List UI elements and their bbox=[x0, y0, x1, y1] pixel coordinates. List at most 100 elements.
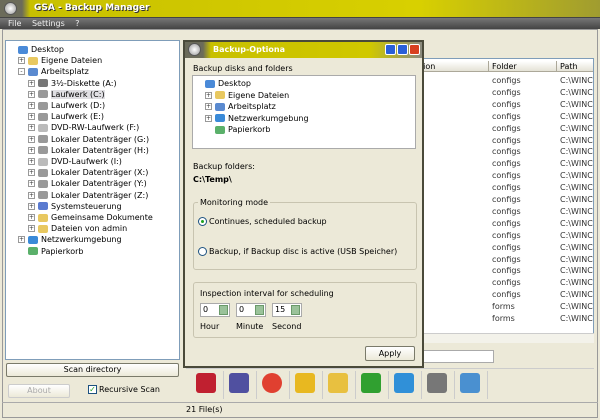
maximize-button[interactable] bbox=[397, 44, 408, 55]
backup-folder-value: C:\Temp\ bbox=[193, 175, 232, 184]
expand-icon[interactable]: + bbox=[205, 103, 212, 110]
tree-item[interactable]: + Dateien von admin bbox=[28, 223, 127, 234]
menu-file[interactable]: File bbox=[8, 19, 21, 28]
hour-spinner[interactable]: 0 bbox=[200, 303, 230, 317]
minute-spinner[interactable]: 0 bbox=[236, 303, 266, 317]
tree-item[interactable]: +3½-Diskette (A:) bbox=[28, 78, 117, 89]
path-cell: C:\WINC bbox=[560, 147, 593, 157]
folder-cell: configs bbox=[492, 183, 521, 193]
folder-cell: configs bbox=[492, 111, 521, 121]
tree-item[interactable]: - Arbeitsplatz bbox=[18, 66, 89, 77]
tree-item[interactable]: Papierkorb bbox=[18, 246, 84, 257]
menu-help[interactable]: ? bbox=[75, 19, 79, 28]
tree-item[interactable]: Desktop bbox=[195, 78, 251, 89]
tree-item[interactable]: + Lokaler Datenträger (Y:) bbox=[28, 178, 147, 189]
expand-icon[interactable]: + bbox=[28, 90, 35, 98]
compare-button[interactable] bbox=[229, 373, 249, 393]
path-cell: C:\WINC bbox=[560, 135, 593, 145]
expand-icon[interactable]: + bbox=[28, 202, 35, 210]
tree-item-label: Gemeinsame Dokumente bbox=[51, 213, 153, 222]
radio-usb[interactable]: Backup, if Backup disc is active (USB Sp… bbox=[198, 247, 397, 256]
radio-icon bbox=[198, 217, 207, 226]
minimize-button[interactable] bbox=[385, 44, 396, 55]
tree-item[interactable]: + Netzwerkumgebung bbox=[205, 113, 309, 124]
radio-icon bbox=[198, 247, 207, 256]
path-cell: C:\WINC bbox=[560, 159, 593, 169]
column-header-description[interactable]: tion bbox=[417, 61, 489, 72]
download-button[interactable] bbox=[361, 373, 381, 393]
expand-icon[interactable]: + bbox=[28, 225, 35, 233]
expand-icon[interactable]: + bbox=[28, 191, 35, 199]
restore-button[interactable] bbox=[295, 373, 315, 393]
expand-icon[interactable]: + bbox=[205, 91, 212, 99]
tree-item[interactable]: + Laufwerk (E:) bbox=[28, 111, 104, 122]
tree-item-label: Papierkorb bbox=[228, 125, 271, 134]
folder-icon bbox=[28, 56, 38, 65]
cancel-button[interactable] bbox=[262, 373, 282, 393]
expand-icon[interactable]: + bbox=[18, 57, 25, 65]
upload-button[interactable] bbox=[394, 373, 414, 393]
tree-item[interactable]: Papierkorb bbox=[205, 124, 271, 135]
delete-selection-button[interactable] bbox=[196, 373, 216, 393]
backup-disks-tree[interactable]: Desktop + Eigene Dateien + Arbeitsplatz + Netz… bbox=[192, 75, 416, 149]
tree-item[interactable]: + DVD-RW-Laufwerk (F:) bbox=[28, 122, 139, 133]
column-header-path[interactable]: Path bbox=[557, 61, 593, 72]
spin-arrows-icon[interactable] bbox=[291, 305, 300, 315]
text-input[interactable] bbox=[422, 350, 494, 363]
path-cell: C:\WINC bbox=[560, 76, 593, 85]
menu-settings[interactable]: Settings bbox=[32, 19, 65, 28]
path-cell: C:\WINC bbox=[560, 218, 593, 228]
tree-item[interactable]: + Laufwerk (D:) bbox=[28, 100, 105, 111]
folder-icon bbox=[215, 91, 225, 99]
about-button[interactable]: About bbox=[8, 384, 70, 398]
apply-button[interactable]: Apply bbox=[365, 346, 415, 361]
interval-label: Inspection interval for scheduling bbox=[200, 289, 334, 298]
tree-item[interactable]: + Systemsteuerung bbox=[28, 201, 122, 212]
scan-directory-button[interactable]: Scan directory bbox=[6, 363, 179, 377]
expand-icon[interactable]: + bbox=[28, 135, 35, 143]
tree-item[interactable]: + Lokaler Datenträger (G:) bbox=[28, 134, 149, 145]
expand-icon[interactable]: + bbox=[205, 114, 212, 122]
expand-icon[interactable]: + bbox=[28, 79, 35, 87]
backup-button[interactable] bbox=[328, 373, 348, 393]
tree-item[interactable]: + Lokaler Datenträger (Z:) bbox=[28, 190, 148, 201]
tree-item-label: Arbeitsplatz bbox=[228, 102, 276, 111]
directory-tree[interactable]: Desktop + Eigene Dateien - Arbeitsplatz +3½-D… bbox=[5, 40, 180, 360]
expand-icon[interactable]: + bbox=[28, 169, 35, 177]
tree-item[interactable]: Desktop bbox=[8, 44, 64, 55]
usb-button[interactable] bbox=[460, 373, 480, 393]
second-spinner[interactable]: 15 bbox=[272, 303, 302, 317]
tree-item[interactable]: + Arbeitsplatz bbox=[205, 101, 276, 112]
expand-icon[interactable]: + bbox=[28, 214, 35, 221]
expand-icon[interactable]: + bbox=[28, 146, 35, 154]
tree-item[interactable]: + Eigene Dateien bbox=[205, 90, 289, 101]
expand-icon[interactable]: + bbox=[28, 113, 35, 121]
control-panel-icon bbox=[38, 202, 48, 211]
close-button[interactable] bbox=[409, 44, 420, 55]
column-header-folder[interactable]: Folder bbox=[489, 61, 557, 72]
radio-continuous[interactable]: Continues, scheduled backup bbox=[198, 217, 327, 226]
toolbar-separator bbox=[289, 371, 290, 399]
expand-icon[interactable]: + bbox=[28, 102, 35, 109]
collapse-icon[interactable]: - bbox=[18, 68, 25, 76]
tree-item[interactable]: + Netzwerkumgebung bbox=[18, 234, 122, 245]
folder-cell: configs bbox=[492, 206, 521, 216]
dialog-title-bar[interactable]: Backup-Optiona bbox=[185, 42, 422, 58]
tree-item[interactable]: + Eigene Dateien bbox=[18, 55, 102, 66]
folder-button[interactable] bbox=[427, 373, 447, 393]
checkbox-check-icon: ✓ bbox=[88, 385, 97, 394]
expand-icon[interactable]: + bbox=[28, 180, 35, 188]
expand-icon[interactable]: + bbox=[28, 124, 35, 132]
expand-icon[interactable]: + bbox=[18, 236, 25, 244]
spin-arrows-icon[interactable] bbox=[255, 305, 264, 315]
tree-item[interactable]: + Laufwerk (C:) bbox=[28, 89, 105, 100]
tree-item[interactable]: + Gemeinsame Dokumente bbox=[28, 212, 153, 223]
tree-item[interactable]: + Lokaler Datenträger (X:) bbox=[28, 167, 148, 178]
expand-icon[interactable]: + bbox=[28, 158, 35, 165]
hour-value: 0 bbox=[203, 305, 209, 314]
recursive-scan-checkbox[interactable]: ✓ Recursive Scan bbox=[88, 385, 160, 394]
spin-arrows-icon[interactable] bbox=[219, 305, 228, 315]
tree-item-label: Desktop bbox=[218, 79, 251, 88]
tree-item[interactable]: + Lokaler Datenträger (H:) bbox=[28, 145, 149, 156]
tree-item[interactable]: + DVD-Laufwerk (I:) bbox=[28, 156, 122, 167]
